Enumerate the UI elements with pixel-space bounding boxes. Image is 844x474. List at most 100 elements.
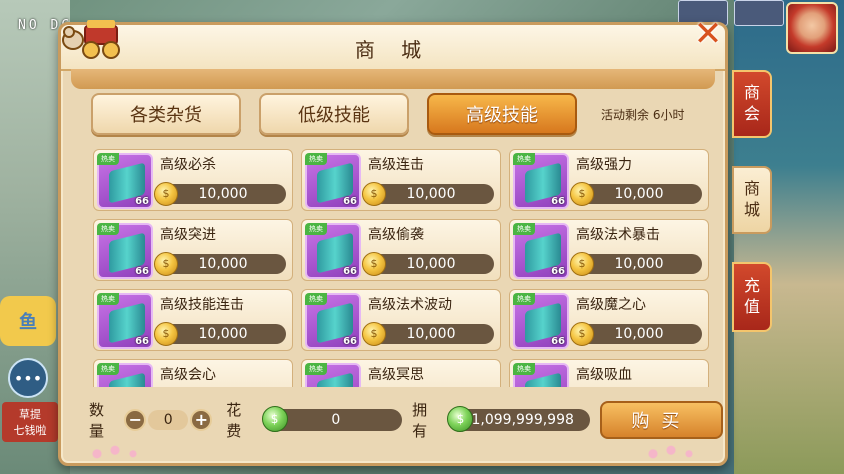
item-price: $10,000 — [154, 252, 286, 276]
item-price: $10,000 — [154, 322, 286, 346]
silver-coin-icon: $ — [261, 406, 288, 432]
item-price: $10,000 — [362, 182, 494, 206]
gold-coin-icon: $ — [362, 322, 386, 346]
price-value: 10,000 — [406, 186, 456, 202]
hot-badge: 热卖 — [513, 153, 535, 165]
skill-book-icon: 热卖66 — [513, 153, 569, 209]
side-tab-mall[interactable]: 商 城 — [732, 166, 772, 234]
skill-book-icon: 热卖 66 — [305, 293, 361, 349]
hot-badge: 热卖 — [97, 153, 119, 165]
item-price: $10,000 — [154, 182, 286, 206]
skill-book-icon: 热卖 66 — [305, 223, 361, 279]
price-value: 10,000 — [614, 326, 664, 342]
item-name: 高级会心 — [160, 367, 216, 383]
hot-badge: 热卖 — [305, 293, 327, 305]
player-avatar[interactable] — [786, 2, 838, 54]
quantity-label: 数量 — [89, 401, 105, 440]
item-level: 66 — [343, 266, 357, 277]
cost-label: 花费 — [226, 401, 242, 440]
item-name: 高级技能连击 — [160, 297, 244, 313]
hot-badge: 热卖 — [97, 363, 119, 375]
gold-coin-icon: $ — [154, 252, 178, 276]
skill-book-icon: 热卖66 — [97, 153, 153, 209]
blossom-decoration — [641, 443, 701, 461]
item-name: 高级法术暴击 — [576, 227, 660, 243]
blossom-decoration — [85, 443, 145, 461]
gold-coin-icon: $ — [570, 252, 594, 276]
item-card[interactable]: 热卖 66 高级法术暴击 $10,000 — [509, 219, 709, 281]
quantity-stepper: − 0 + — [124, 409, 213, 431]
tab-label: 低级技能 — [298, 105, 370, 126]
silver-coin-icon: $ — [447, 406, 474, 432]
tab-low-skills[interactable]: 低级技能 — [259, 93, 409, 135]
item-name: 高级冥思 — [368, 367, 424, 383]
price-value: 10,000 — [406, 326, 456, 342]
hot-badge: 热卖 — [97, 223, 119, 235]
item-level: 66 — [135, 266, 149, 277]
hot-badge: 热卖 — [513, 363, 535, 375]
side-tab-guild-shop[interactable]: 商 会 — [732, 70, 772, 138]
item-card[interactable]: 热卖 66 高级法术波动 $10,000 — [301, 289, 501, 351]
window-title: 商 城 — [354, 38, 432, 62]
side-tab-label: 商 城 — [743, 179, 760, 219]
tab-label: 各类杂货 — [130, 105, 202, 126]
skill-book-icon: 热卖 66 — [97, 223, 153, 279]
item-grid-viewport[interactable]: 热卖 66 高级必杀 $10,000 热卖 66 高级连击 $10,000 热卖 66 高级强力 $1… — [93, 149, 721, 387]
item-level: 66 — [343, 336, 357, 347]
item-card[interactable]: 热卖 66 高级必杀 $10,000 — [93, 149, 293, 211]
hot-badge: 热卖 — [513, 223, 535, 235]
item-card[interactable]: 热卖 66 高级偷袭 $10,000 — [301, 219, 501, 281]
tab-high-skills[interactable]: 高级技能 — [427, 93, 577, 135]
skill-book-icon: 热卖66 — [305, 363, 361, 387]
skill-book-icon: 热卖 66 — [97, 293, 153, 349]
item-name: 高级连击 — [368, 157, 424, 173]
item-level: 66 — [135, 336, 149, 347]
hud-box — [734, 0, 784, 26]
category-tabs: 各类杂货 低级技能 高级技能 活动剩余 6小时 — [91, 93, 684, 135]
item-card[interactable]: 热卖66高级冥思$10,000 — [301, 359, 501, 387]
item-name: 高级魔之心 — [576, 297, 646, 313]
item-name: 高级吸血 — [576, 367, 632, 383]
quantity-input[interactable]: 0 — [148, 410, 189, 430]
item-level: 66 — [551, 266, 565, 277]
hot-badge: 热卖 — [513, 293, 535, 305]
item-card[interactable]: 热卖 66 高级技能连击 $10,000 — [93, 289, 293, 351]
minus-button[interactable]: − — [124, 409, 147, 431]
cost-display: $ 0 — [261, 406, 403, 432]
item-card[interactable]: 热卖 66 高级连击 $10,000 — [301, 149, 501, 211]
item-card[interactable]: 热卖 66 高级魔之心 $10,000 — [509, 289, 709, 351]
skill-book-icon: 热卖66 — [97, 363, 153, 387]
item-name: 高级必杀 — [160, 157, 216, 173]
side-tab-label: 商 会 — [743, 83, 760, 123]
item-card[interactable]: 热卖 66 高级突进 $10,000 — [93, 219, 293, 281]
plus-button[interactable]: + — [190, 409, 213, 431]
tab-misc-goods[interactable]: 各类杂货 — [91, 93, 241, 135]
horse-cart-icon — [59, 9, 125, 65]
item-price: $10,000 — [362, 322, 494, 346]
item-card[interactable]: 热卖66高级吸血$10,000 — [509, 359, 709, 387]
side-tab-recharge[interactable]: 充 值 — [732, 262, 772, 332]
item-grid: 热卖 66 高级必杀 $10,000 热卖 66 高级连击 $10,000 热卖 66 高级强力 $1… — [93, 149, 721, 387]
item-name: 高级偷袭 — [368, 227, 424, 243]
price-value: 10,000 — [198, 186, 248, 202]
item-name: 高级法术波动 — [368, 297, 452, 313]
price-value: 10,000 — [198, 256, 248, 272]
skill-book-icon: 热卖66 — [305, 153, 361, 209]
hot-badge: 热卖 — [305, 223, 327, 235]
left-badge-line1: 草提 — [19, 408, 41, 421]
chat-icon[interactable]: ••• — [8, 358, 48, 398]
owned-display: $ 1,099,999,998 — [447, 406, 590, 432]
item-card[interactable]: 热卖 66 高级强力 $10,000 — [509, 149, 709, 211]
left-badge[interactable]: 草提 七钱啦 — [2, 402, 58, 442]
hot-badge: 热卖 — [305, 153, 327, 165]
item-level: 66 — [551, 336, 565, 347]
purchase-bar: 数量 − 0 + 花费 $ 0 拥有 $ 1,099,999,998 购买 — [89, 397, 723, 443]
event-icon[interactable]: 鱼 — [0, 296, 56, 346]
hot-badge: 热卖 — [97, 293, 119, 305]
close-button[interactable]: ✕ — [685, 11, 731, 57]
item-card[interactable]: 热卖66高级会心$10,000 — [93, 359, 293, 387]
buy-button[interactable]: 购买 — [600, 401, 723, 439]
item-name: 高级突进 — [160, 227, 216, 243]
gold-coin-icon: $ — [154, 182, 178, 206]
title-scroll-decoration — [71, 69, 715, 89]
